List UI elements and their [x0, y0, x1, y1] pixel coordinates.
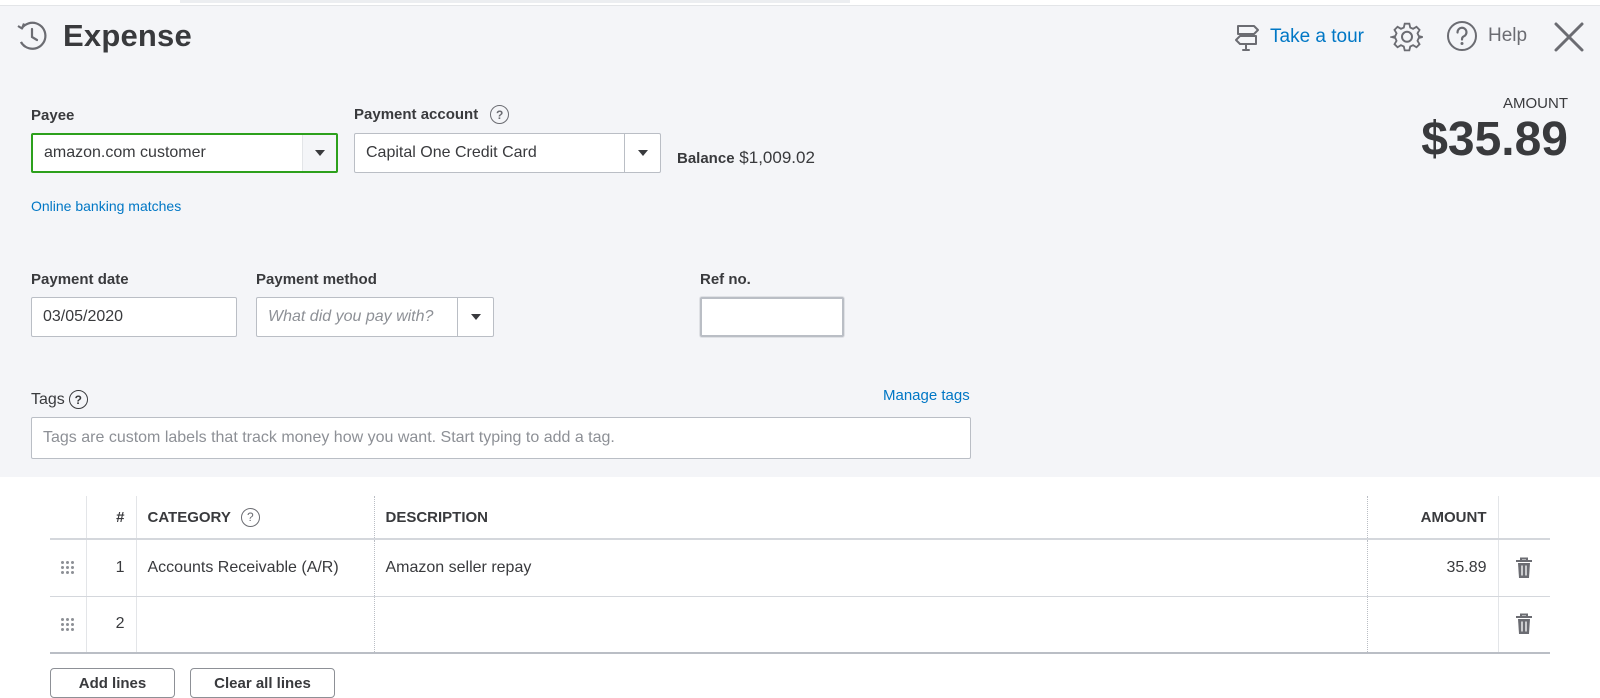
column-header-category: CATEGORY ? — [135, 496, 374, 540]
payee-label: Payee — [31, 107, 75, 124]
help-button[interactable]: Help — [1446, 20, 1527, 52]
gear-icon[interactable] — [1390, 20, 1424, 54]
help-circle-icon[interactable]: ? — [490, 105, 510, 124]
clear-all-lines-button[interactable]: Clear all lines — [190, 668, 335, 698]
payment-account-select[interactable]: Capital One Credit Card — [354, 133, 661, 173]
column-header-num: # — [85, 496, 136, 540]
top-strip — [0, 0, 1600, 6]
drag-column-header — [50, 496, 86, 540]
row-description[interactable]: Amazon seller repay — [373, 539, 1367, 597]
payee-dropdown-button[interactable] — [302, 135, 336, 171]
ref-no-input[interactable] — [700, 297, 844, 337]
account-balance: Balance $1,009.02 — [677, 148, 815, 168]
help-circle-icon[interactable]: ? — [240, 507, 260, 527]
row-delete[interactable] — [1497, 596, 1550, 654]
row-num: 2 — [85, 596, 136, 654]
balance-value: $1,009.02 — [739, 148, 815, 167]
ref-no-label: Ref no. — [700, 271, 751, 288]
category-header-label: CATEGORY — [147, 508, 231, 526]
category-details-table: # CATEGORY ? DESCRIPTION AMOUNT 1 Accoun… — [50, 496, 1550, 654]
table-row[interactable]: 2 — [50, 596, 1550, 654]
recurring-clock-icon — [17, 21, 47, 50]
take-a-tour-button[interactable]: Take a tour — [1232, 22, 1364, 52]
payment-date-value: 03/05/2020 — [43, 308, 124, 325]
trash-icon[interactable] — [1515, 613, 1533, 635]
payee-value: amazon.com customer — [44, 144, 206, 161]
amount-value: $35.89 — [1421, 113, 1568, 166]
row-delete[interactable] — [1497, 539, 1550, 597]
row-category[interactable]: Accounts Receivable (A/R) — [135, 539, 374, 597]
tags-input[interactable]: Tags are custom labels that track money … — [31, 417, 971, 459]
row-amount[interactable] — [1366, 596, 1498, 654]
table-row[interactable]: 1 Accounts Receivable (A/R) Amazon selle… — [50, 539, 1550, 597]
take-a-tour-label: Take a tour — [1270, 26, 1364, 47]
chevron-down-icon — [470, 314, 481, 320]
delete-column-header — [1497, 496, 1550, 540]
payment-date-label: Payment date — [31, 271, 129, 288]
add-lines-button[interactable]: Add lines — [50, 668, 175, 698]
drag-handle[interactable] — [50, 539, 86, 597]
row-description[interactable] — [373, 596, 1367, 654]
tags-placeholder: Tags are custom labels that track money … — [43, 429, 615, 446]
online-banking-matches-link[interactable]: Online banking matches — [31, 198, 181, 214]
payment-method-dropdown-button[interactable] — [457, 298, 493, 336]
chevron-down-icon — [637, 150, 648, 156]
drag-handle-icon[interactable] — [61, 617, 75, 631]
payment-account-label: Payment account — [354, 106, 479, 123]
row-amount[interactable]: 35.89 — [1366, 539, 1498, 597]
page-title: Expense — [63, 18, 192, 53]
tags-label-group: Tags ? — [31, 390, 88, 409]
row-num: 1 — [85, 539, 136, 597]
drag-handle[interactable] — [50, 596, 86, 654]
payment-account-value: Capital One Credit Card — [366, 144, 537, 161]
amount-label: AMOUNT — [1503, 95, 1568, 112]
chevron-down-icon — [314, 150, 325, 156]
column-header-amount: AMOUNT — [1366, 496, 1498, 540]
payment-date-input[interactable]: 03/05/2020 — [31, 297, 237, 337]
help-circle-icon[interactable]: ? — [68, 390, 88, 409]
table-header-row: # CATEGORY ? DESCRIPTION AMOUNT — [50, 496, 1550, 540]
signpost-icon — [1235, 25, 1259, 51]
column-header-description: DESCRIPTION — [373, 496, 1367, 540]
payment-account-dropdown-button[interactable] — [624, 134, 660, 172]
payee-select[interactable]: amazon.com customer — [31, 133, 338, 173]
drag-handle-icon[interactable] — [61, 561, 75, 575]
tags-label: Tags — [31, 390, 65, 408]
help-circle-icon — [1447, 21, 1477, 51]
payment-method-select[interactable]: What did you pay with? — [256, 297, 494, 337]
expense-form-header-panel — [0, 0, 1600, 477]
payment-method-placeholder: What did you pay with? — [268, 308, 434, 325]
payment-account-label-group: Payment account ? — [354, 105, 510, 124]
trash-icon[interactable] — [1515, 557, 1533, 579]
row-category[interactable] — [135, 596, 374, 654]
close-icon[interactable] — [1552, 20, 1586, 54]
payment-method-label: Payment method — [256, 271, 377, 288]
balance-label: Balance — [677, 150, 735, 167]
help-label: Help — [1488, 25, 1528, 46]
manage-tags-link[interactable]: Manage tags — [883, 387, 970, 404]
